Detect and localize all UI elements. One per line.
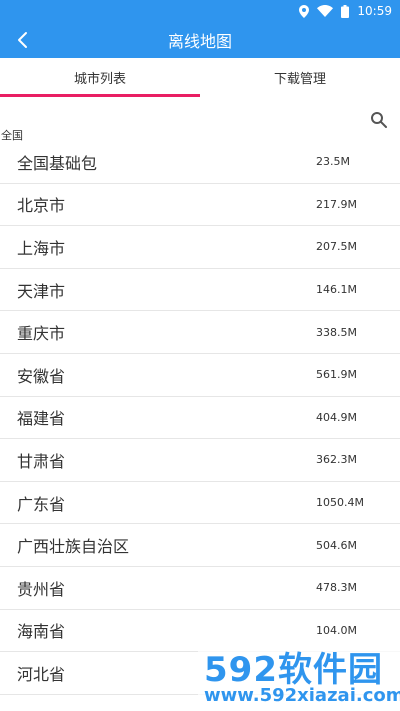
list-item[interactable]: 福建省 404.9M bbox=[0, 397, 400, 440]
package-size: 362.3M bbox=[316, 453, 357, 467]
list-item[interactable]: 贵州省 478.3M bbox=[0, 567, 400, 610]
city-list[interactable]: 全国 全国基础包 23.5M 北京市 217.9M 上海市 207.5M 天津市 146… bbox=[0, 97, 400, 711]
wifi-icon bbox=[317, 5, 334, 17]
city-name: 重庆市 bbox=[17, 324, 66, 344]
city-name: 福建省 bbox=[17, 409, 66, 429]
list-item[interactable]: 安徽省 561.9M bbox=[0, 354, 400, 397]
list-item[interactable]: 重庆市 338.5M bbox=[0, 311, 400, 354]
city-name: 全国基础包 bbox=[17, 153, 98, 173]
tab-label: 下载管理 bbox=[273, 72, 326, 87]
city-name: 广东省 bbox=[17, 494, 66, 514]
app-bar: 离线地图 bbox=[0, 22, 400, 58]
watermark-title: 592软件园 bbox=[204, 650, 383, 690]
package-size: 104.0M bbox=[316, 623, 357, 637]
list-item[interactable]: 北京市 217.9M bbox=[0, 184, 400, 227]
package-size: 404.9M bbox=[316, 410, 357, 424]
package-size: 207.5M bbox=[316, 240, 357, 254]
tab-download-manager[interactable]: 下载管理 bbox=[200, 58, 400, 97]
list-item[interactable]: 广东省 1050.4M bbox=[0, 482, 400, 525]
chevron-left-icon bbox=[18, 32, 27, 48]
package-size: 1050.4M bbox=[316, 496, 364, 510]
status-bar: 10:59 bbox=[0, 0, 400, 22]
city-name: 贵州省 bbox=[17, 579, 66, 599]
watermark-logo: 592软件园 www.592xiazai.com bbox=[198, 637, 400, 711]
package-size: 23.5M bbox=[316, 155, 350, 169]
city-name: 安徽省 bbox=[17, 366, 66, 386]
city-name: 上海市 bbox=[17, 238, 66, 258]
city-name: 天津市 bbox=[17, 281, 66, 301]
package-size: 217.9M bbox=[316, 197, 357, 211]
city-name: 北京市 bbox=[17, 196, 66, 216]
search-icon bbox=[371, 112, 387, 128]
list-item[interactable]: 甘肃省 362.3M bbox=[0, 439, 400, 482]
package-size: 338.5M bbox=[316, 325, 357, 339]
page-title: 离线地图 bbox=[167, 32, 232, 51]
list-item[interactable]: 广西壮族自治区 504.6M bbox=[0, 524, 400, 567]
package-size: 146.1M bbox=[316, 283, 357, 297]
tab-label: 城市列表 bbox=[73, 72, 126, 87]
city-name: 河北省 bbox=[17, 664, 66, 684]
battery-icon bbox=[341, 4, 350, 18]
city-rows: 全国基础包 23.5M 北京市 217.9M 上海市 207.5M 天津市 146.1M… bbox=[0, 141, 400, 695]
status-time: 10:59 bbox=[357, 4, 392, 18]
list-item[interactable]: 上海市 207.5M bbox=[0, 226, 400, 269]
package-size: 561.9M bbox=[316, 368, 357, 382]
back-button[interactable] bbox=[10, 28, 34, 52]
city-name: 海南省 bbox=[17, 622, 66, 642]
city-name: 甘肃省 bbox=[17, 451, 66, 471]
city-name: 广西壮族自治区 bbox=[17, 537, 130, 557]
search-button[interactable] bbox=[370, 111, 388, 129]
package-size: 504.6M bbox=[316, 538, 357, 552]
location-icon bbox=[299, 4, 310, 18]
list-item[interactable]: 天津市 146.1M bbox=[0, 269, 400, 312]
list-item[interactable]: 全国基础包 23.5M bbox=[0, 141, 400, 184]
tab-bar: 城市列表 下载管理 bbox=[0, 58, 400, 97]
package-size: 478.3M bbox=[316, 581, 357, 595]
tab-city-list[interactable]: 城市列表 bbox=[0, 58, 200, 97]
watermark-url: www.592xiazai.com bbox=[204, 685, 400, 706]
